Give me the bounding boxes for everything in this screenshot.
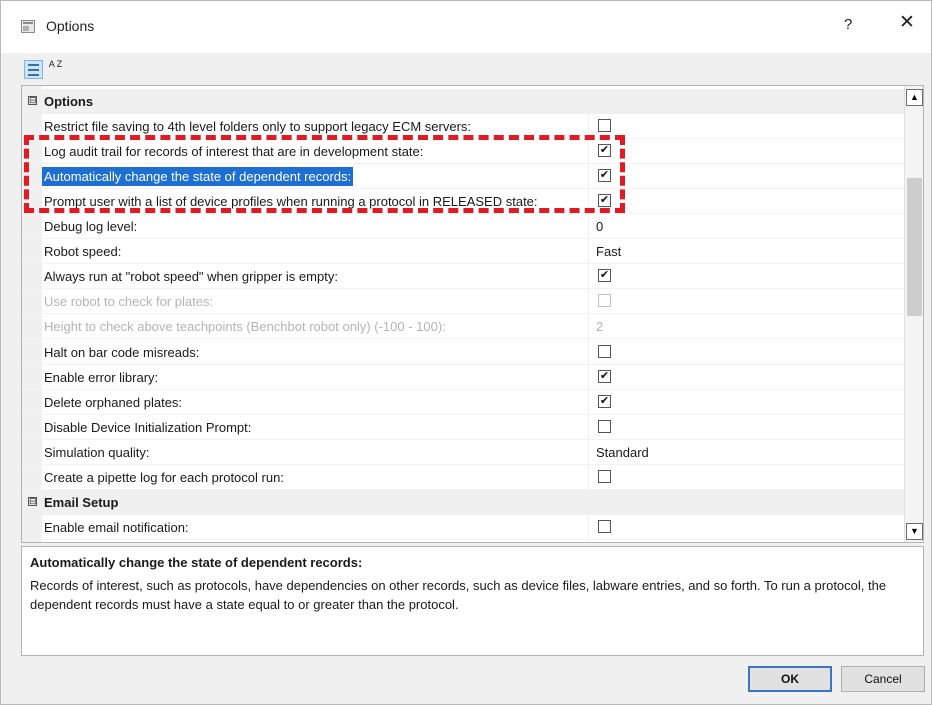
column-divider [588, 239, 589, 265]
column-divider [588, 364, 589, 390]
category-row[interactable]: ⊟ Email Setup [22, 489, 904, 515]
column-divider [588, 214, 589, 240]
collapse-icon[interactable]: ⊟ [28, 496, 37, 506]
property-label: Robot speed: [44, 244, 122, 260]
property-toolbar: A Z [21, 57, 121, 83]
property-label: Height to check above teachpoints (Bench… [44, 319, 446, 335]
property-label: Enable email notification: [44, 519, 189, 535]
property-checkbox [598, 294, 611, 308]
property-checkbox[interactable]: ✔ [598, 169, 611, 183]
window-icon [21, 20, 35, 33]
ok-button[interactable]: OK [748, 666, 832, 692]
property-label: Prompt user with a list of device profil… [44, 194, 538, 210]
property-row[interactable]: Create a pipette log for each protocol r… [22, 464, 904, 490]
options-dialog: Options ? ✕ A Z ⊟ Options Restrict file sa… [0, 0, 932, 705]
column-divider [588, 289, 589, 315]
property-label: Halt on bar code misreads: [44, 344, 200, 360]
column-divider [588, 314, 589, 340]
category-row[interactable]: ⊟ Options [22, 89, 904, 114]
property-row[interactable]: Always run at "robot speed" when gripper… [22, 264, 904, 290]
column-divider [588, 464, 589, 490]
property-checkbox[interactable] [598, 119, 611, 133]
title-bar: Options ? ✕ [1, 1, 931, 53]
property-checkbox[interactable]: ✔ [598, 194, 611, 208]
help-button[interactable]: ? [844, 16, 852, 33]
property-checkbox[interactable]: ✔ [598, 369, 611, 383]
column-divider [588, 264, 589, 290]
column-divider [588, 164, 589, 190]
property-checkbox[interactable]: ✔ [598, 269, 611, 283]
property-checkbox[interactable] [598, 469, 611, 483]
property-label: Disable Device Initialization Prompt: [44, 419, 252, 435]
scroll-down-button[interactable]: ▼ [906, 523, 923, 540]
property-label: Debug log level: [44, 219, 138, 235]
column-divider [588, 414, 589, 440]
property-checkbox[interactable] [598, 519, 611, 533]
scroll-up-button[interactable]: ▲ [906, 89, 923, 106]
sort-az-icon[interactable]: A Z [46, 60, 65, 79]
property-label: Always run at "robot speed" when gripper… [44, 269, 338, 285]
property-grid: ⊟ Options Restrict file saving to 4th leve… [21, 85, 924, 543]
column-divider [588, 389, 589, 415]
column-divider [588, 514, 589, 540]
vertical-scrollbar[interactable]: ▲ ▼ [904, 86, 923, 542]
cancel-button[interactable]: Cancel [841, 666, 925, 692]
property-row[interactable]: Use robot to check for plates: [22, 289, 904, 315]
column-divider [588, 139, 589, 165]
column-divider [588, 189, 589, 215]
property-checkbox[interactable]: ✔ [598, 144, 611, 158]
property-row[interactable]: Disable Device Initialization Prompt: [22, 414, 904, 440]
property-checkbox[interactable]: ✔ [598, 394, 611, 408]
property-label: Simulation quality: [44, 444, 150, 460]
category-label: Options [44, 94, 94, 109]
description-panel: Automatically change the state of depend… [21, 546, 924, 656]
categorized-view-icon[interactable] [24, 60, 43, 79]
category-label: Email Setup [44, 494, 119, 510]
property-row[interactable]: Prompt user with a list of device profil… [22, 189, 904, 215]
property-row[interactable]: Enable email notification: [22, 514, 904, 540]
property-row[interactable]: Delete orphaned plates: ✔ [22, 389, 904, 415]
collapse-icon[interactable]: ⊟ [28, 96, 37, 105]
property-row[interactable]: Enable error library: ✔ [22, 364, 904, 390]
window-title: Options [46, 18, 95, 34]
property-value[interactable]: Fast [596, 244, 621, 259]
property-label: Create a pipette log for each protocol r… [44, 469, 284, 485]
property-row[interactable]: Halt on bar code misreads: [22, 339, 904, 365]
column-divider [588, 439, 589, 465]
property-row[interactable]: Restrict file saving to 4th level folder… [22, 114, 904, 140]
property-label: Automatically change the state of depend… [42, 167, 354, 187]
scroll-thumb[interactable] [907, 178, 922, 316]
description-text: Records of interest, such as protocols, … [30, 578, 887, 612]
property-label: Delete orphaned plates: [44, 394, 183, 410]
property-checkbox[interactable] [598, 344, 611, 358]
property-value[interactable]: 0 [596, 219, 603, 234]
close-button[interactable]: ✕ [899, 13, 915, 32]
column-divider [588, 114, 589, 140]
property-row[interactable]: Simulation quality: Standard [22, 439, 904, 465]
property-label: Enable error library: [44, 369, 159, 385]
property-row[interactable]: Automatically change the state of depend… [22, 164, 904, 190]
property-row[interactable]: Robot speed: Fast [22, 239, 904, 265]
column-divider [588, 339, 589, 365]
property-value[interactable]: Standard [596, 445, 649, 460]
property-row[interactable]: Log audit trail for records of interest … [22, 139, 904, 165]
sort-az-label: A Z [48, 59, 63, 69]
description-title: Automatically change the state of depend… [30, 555, 363, 570]
property-label: Restrict file saving to 4th level folder… [44, 119, 472, 135]
property-row[interactable]: Height to check above teachpoints (Bench… [22, 314, 904, 340]
property-label: Use robot to check for plates: [44, 294, 214, 310]
property-row[interactable]: Debug log level: 0 [22, 214, 904, 240]
property-label: Log audit trail for records of interest … [44, 144, 424, 160]
property-checkbox[interactable] [598, 419, 611, 433]
property-value: 2 [596, 319, 604, 335]
